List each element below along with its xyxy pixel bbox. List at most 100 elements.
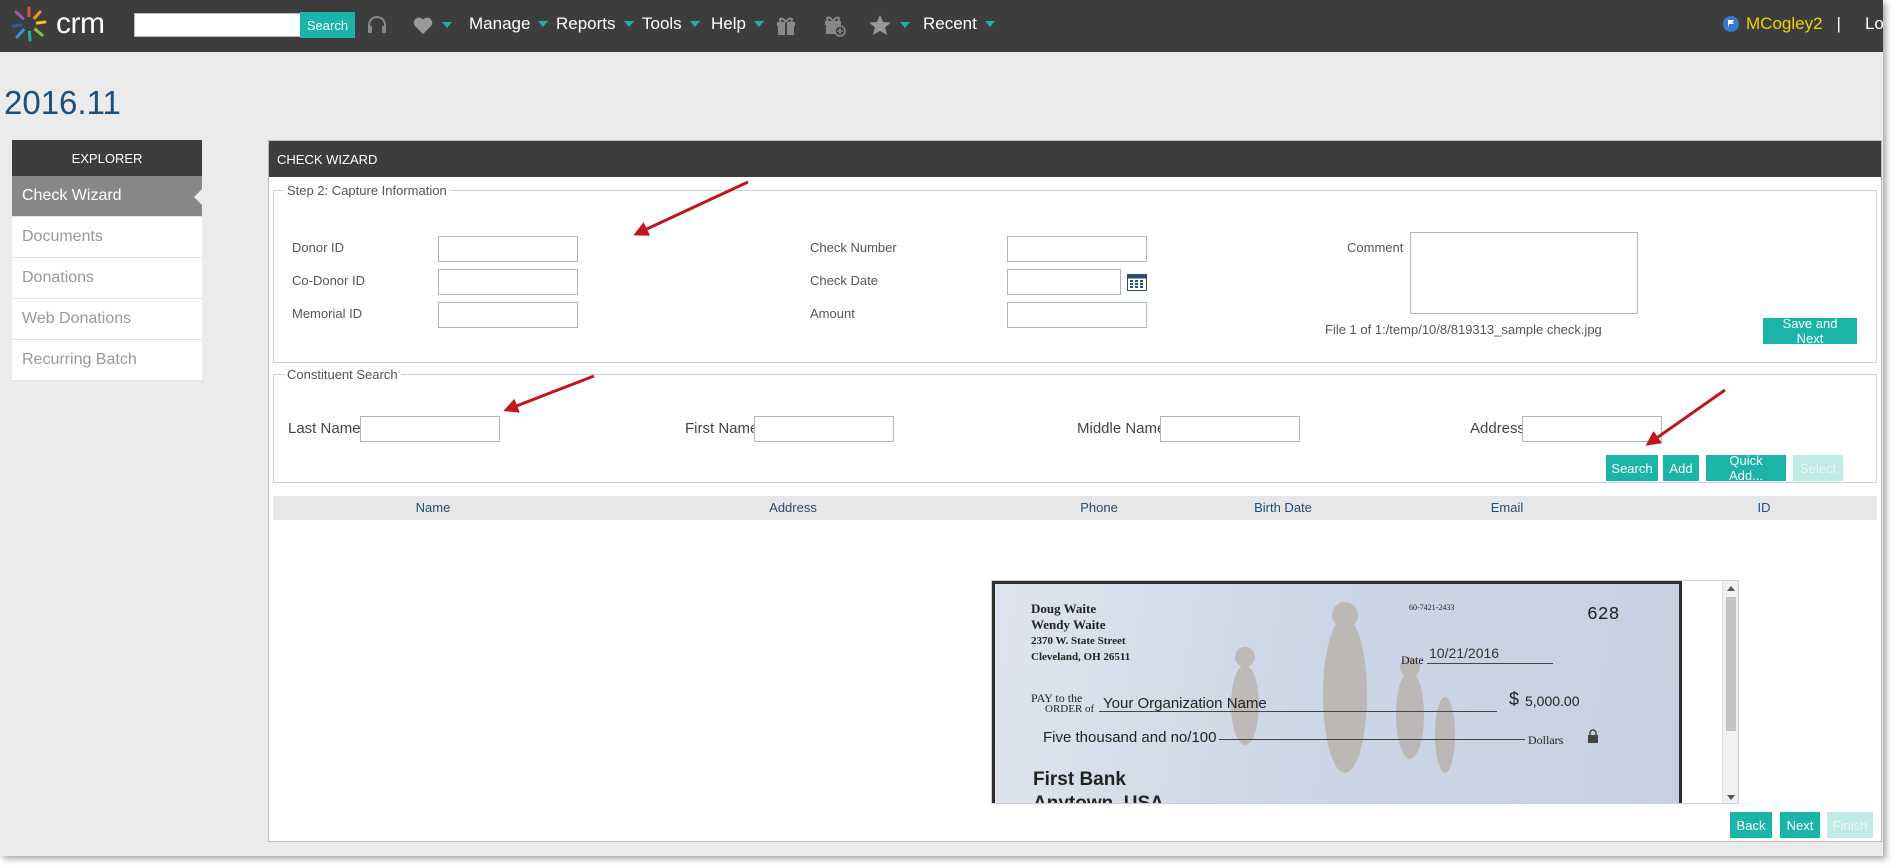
memorial-id-label: Memorial ID	[292, 306, 363, 321]
check-bank-name: First Bank	[1033, 769, 1126, 790]
order-of-label: ORDER of	[1045, 703, 1095, 715]
capture-information-section: Step 2: Capture Information Donor ID Co-…	[273, 183, 1877, 363]
logo-wordmark: crm	[56, 7, 105, 40]
user-name-link[interactable]: MCogley2	[1746, 14, 1823, 34]
sidebar-item-recurring-batch[interactable]: Recurring Batch	[12, 340, 202, 381]
nav-reports[interactable]: Reports	[556, 14, 634, 34]
chevron-down-icon	[689, 21, 700, 27]
sidebar-item-documents[interactable]: Documents	[12, 217, 202, 258]
quick-add-button[interactable]: Quick Add...	[1706, 453, 1786, 483]
finish-button[interactable]: Finish	[1827, 812, 1873, 838]
constituent-search-legend: Constituent Search	[287, 367, 398, 382]
check-payee: Your Organization Name	[1103, 695, 1267, 712]
donor-id-label: Donor ID	[292, 240, 345, 255]
date-line	[1427, 663, 1553, 664]
check-name-1: Doug Waite	[1031, 601, 1097, 616]
column-address[interactable]: Address	[769, 500, 817, 515]
column-email[interactable]: Email	[1491, 500, 1524, 515]
chevron-down-icon	[538, 21, 549, 27]
user-menu: MCogley2 | Log	[1722, 14, 1883, 34]
first-name-input[interactable]	[754, 416, 894, 442]
save-and-next-button[interactable]: Save and Next	[1763, 316, 1857, 346]
constituent-search-section: Constituent Search Last Name First Name …	[273, 367, 1877, 483]
check-number-label: Check Number	[810, 240, 897, 255]
payee-line	[1099, 711, 1497, 712]
check-number-input[interactable]	[1007, 236, 1147, 262]
scroll-up-icon[interactable]	[1727, 586, 1735, 591]
nav-tools[interactable]: Tools	[642, 14, 700, 34]
favorites-menu[interactable]	[412, 12, 452, 38]
next-button[interactable]: Next	[1780, 812, 1820, 838]
middle-name-label: Middle Name	[1077, 420, 1166, 437]
gift-icon[interactable]	[775, 12, 797, 38]
middle-name-input[interactable]	[1160, 416, 1300, 442]
amount-words-line	[1219, 739, 1525, 740]
codonor-id-label: Co-Donor ID	[292, 273, 365, 288]
lock-icon	[1587, 729, 1599, 748]
star-icon	[869, 15, 891, 35]
check-image: Doug Waite Wendy Waite 2370 W. State Str…	[992, 581, 1682, 803]
nav-recent[interactable]: Recent	[923, 14, 995, 34]
global-search-button[interactable]: Search	[300, 12, 355, 38]
column-id[interactable]: ID	[1758, 500, 1771, 515]
check-number-text: 628	[1587, 605, 1620, 625]
column-name[interactable]: Name	[416, 500, 451, 515]
dollars-label: Dollars	[1528, 733, 1564, 747]
back-button[interactable]: Back	[1730, 812, 1772, 838]
memorial-id-input[interactable]	[438, 302, 578, 328]
add-gift-icon[interactable]	[822, 12, 846, 38]
check-date-input[interactable]	[1007, 269, 1121, 295]
comment-textarea[interactable]	[1410, 232, 1638, 314]
nav-recent-label: Recent	[923, 14, 977, 33]
last-name-label: Last Name	[288, 420, 361, 437]
last-name-input[interactable]	[360, 416, 500, 442]
sidebar-item-donations[interactable]: Donations	[12, 258, 202, 299]
column-birth-date[interactable]: Birth Date	[1254, 500, 1312, 515]
check-date-label: Date	[1401, 653, 1424, 667]
codonor-id-input[interactable]	[438, 269, 578, 295]
crm-logo[interactable]: crm	[6, 2, 105, 46]
address-input[interactable]	[1522, 416, 1662, 442]
bookmarks-menu[interactable]	[868, 12, 910, 38]
nav-manage[interactable]: Manage	[469, 14, 549, 34]
amount-label: Amount	[810, 306, 855, 321]
search-button[interactable]: Search	[1606, 455, 1658, 481]
capture-information-legend: Step 2: Capture Information	[287, 183, 447, 198]
scroll-down-icon[interactable]	[1727, 795, 1735, 800]
check-date-label: Check Date	[810, 273, 878, 288]
chevron-down-icon	[623, 21, 634, 27]
check-amount: 5,000.00	[1525, 693, 1580, 709]
select-button[interactable]: Select	[1793, 455, 1843, 481]
address-label: Address	[1470, 420, 1526, 437]
comment-label: Comment	[1347, 240, 1404, 255]
explorer-sidebar: EXPLORER Check Wizard Documents Donation…	[12, 140, 202, 381]
nav-help-label: Help	[711, 14, 746, 33]
check-routing: 60-7421-2433	[1409, 603, 1455, 612]
check-name-2: Wendy Waite	[1031, 617, 1106, 632]
column-phone[interactable]: Phone	[1080, 500, 1118, 515]
amount-input[interactable]	[1007, 302, 1147, 328]
chevron-down-icon	[753, 21, 764, 27]
donor-id-input[interactable]	[438, 236, 578, 262]
sidebar-item-check-wizard[interactable]: Check Wizard	[12, 176, 202, 217]
file-info-text: File 1 of 1:/temp/10/8/819313_sample che…	[1325, 322, 1602, 337]
check-date-value: 10/21/2016	[1429, 645, 1500, 661]
crm-app: crm Search Manage Reports Tools Help Rec…	[0, 0, 1883, 856]
results-table-header: Name Address Phone Birth Date Email ID	[273, 496, 1877, 520]
nav-tools-label: Tools	[642, 14, 682, 33]
check-wizard-header: CHECK WIZARD	[269, 141, 1881, 177]
check-image-viewer[interactable]: Doug Waite Wendy Waite 2370 W. State Str…	[991, 580, 1739, 804]
headset-icon[interactable]	[365, 12, 389, 38]
global-search-input[interactable]	[134, 13, 302, 37]
calendar-icon[interactable]	[1127, 272, 1147, 296]
sidebar-item-web-donations[interactable]: Web Donations	[12, 299, 202, 340]
check-amount-words: Five thousand and no/100	[1043, 729, 1217, 746]
first-name-label: First Name	[685, 420, 759, 437]
scrollbar-thumb[interactable]	[1726, 597, 1736, 731]
logout-link[interactable]: Log	[1865, 14, 1883, 34]
nav-help[interactable]: Help	[711, 14, 764, 34]
add-button[interactable]: Add	[1663, 455, 1699, 481]
check-address-2: Cleveland, OH 26511	[1031, 651, 1131, 663]
top-nav-bar: crm Search Manage Reports Tools Help Rec…	[0, 0, 1883, 52]
image-scrollbar[interactable]	[1722, 581, 1738, 803]
